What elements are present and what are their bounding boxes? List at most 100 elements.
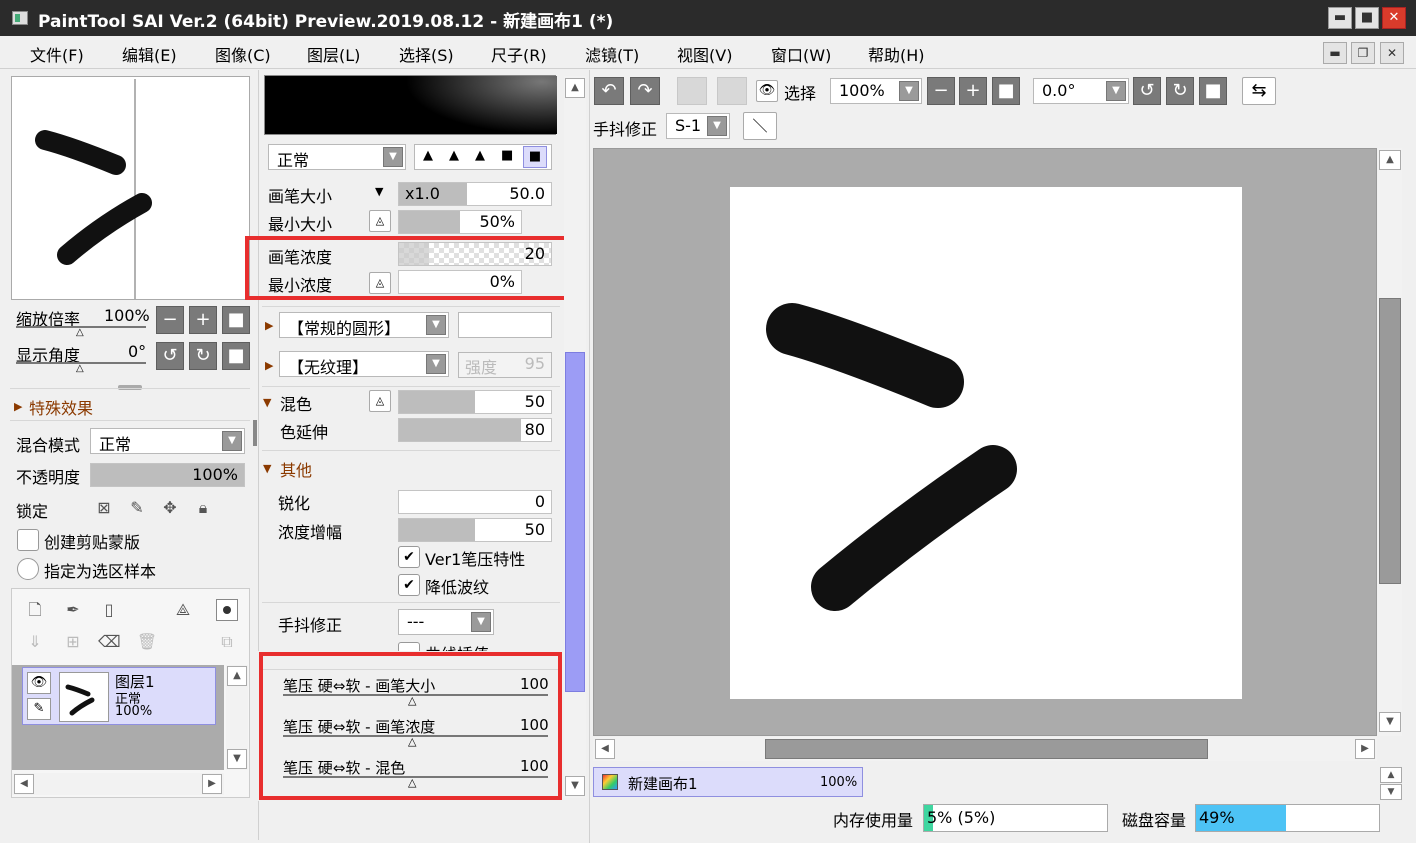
effects-header[interactable]: 特殊效果 [29, 395, 93, 419]
rotate-ccw-button[interactable]: ↺ [156, 342, 184, 370]
lock-all-icon[interactable]: 🔒︎ [192, 497, 214, 519]
clip-mask-checkbox[interactable] [17, 529, 39, 551]
transfer-down-icon[interactable]: ⊞ [62, 631, 84, 653]
other-header[interactable]: 其他 [280, 457, 312, 481]
tab-scroll-up-button[interactable]: ▲ [1380, 767, 1402, 783]
clear-layer-icon[interactable]: ⌫ [98, 631, 121, 653]
expand-triangle-icon[interactable]: ▶ [265, 359, 273, 372]
menu-image[interactable]: 图像(C) [215, 42, 271, 66]
scroll-up-button[interactable]: ▲ [565, 78, 585, 98]
tip-shape-1-icon[interactable]: ▲ [423, 148, 433, 163]
brush-shape-select[interactable]: 【常规的圆形】 ▼ [279, 312, 449, 338]
scroll-thumb[interactable] [765, 739, 1208, 759]
undo-button[interactable]: ↶ [594, 77, 624, 105]
redo-button[interactable]: ↷ [630, 77, 660, 105]
tab-scroll-down-button[interactable]: ▼ [1380, 784, 1402, 800]
sharpen-slider[interactable]: 0 [398, 490, 552, 514]
menu-filter[interactable]: 滤镜(T) [585, 42, 639, 66]
dilution-slider[interactable]: 80 [398, 418, 552, 442]
texture-select[interactable]: 【无纹理】 ▼ [279, 351, 449, 377]
mask-icon[interactable] [216, 599, 238, 621]
scroll-right-button[interactable]: ▶ [1355, 739, 1375, 759]
eye-icon[interactable]: 👁︎ [27, 672, 51, 694]
layer-hscrollbar[interactable]: ◀ ▶ [12, 773, 224, 795]
layer-mask-icon[interactable]: ⟁ [172, 599, 194, 621]
close-button[interactable]: ✕ [1382, 7, 1406, 29]
lock-paint-icon[interactable]: ✎ [126, 497, 148, 519]
canvas-tab[interactable]: 新建画布1 100% [593, 767, 863, 797]
flip-horizontal-button[interactable]: ⇆ [1242, 77, 1276, 105]
blend-mode-select[interactable]: 正常 ▼ [90, 428, 245, 454]
scroll-left-button[interactable]: ◀ [595, 739, 615, 759]
collapse-triangle-icon[interactable]: ▼ [263, 396, 271, 409]
pressure-icon[interactable]: ◬ [369, 390, 391, 412]
menu-layer[interactable]: 图层(L) [307, 42, 360, 66]
scroll-down-button[interactable]: ▼ [565, 776, 585, 796]
canvas-rotate-cw-button[interactable]: ↻ [1166, 77, 1194, 105]
stabilizer-select[interactable]: S-1 ▼ [666, 113, 730, 139]
canvas-hscrollbar[interactable]: ◀ ▶ [593, 737, 1377, 761]
reduce-ripple-checkbox[interactable]: ✔ [398, 574, 420, 596]
navigator-preview[interactable] [11, 76, 250, 300]
tool-scrollbar[interactable]: ▲ ▼ [564, 76, 586, 798]
collapse-triangle-icon[interactable]: ▼ [263, 462, 271, 475]
menu-help[interactable]: 帮助(H) [868, 42, 925, 66]
zoom-value[interactable]: 100% [104, 306, 150, 325]
canvas-zoom-out-button[interactable]: − [927, 77, 955, 105]
pencil-icon[interactable]: ✎ [27, 698, 51, 720]
menu-edit[interactable]: 编辑(E) [122, 42, 177, 66]
tip-shape-4-icon[interactable]: ■ [501, 148, 513, 163]
layer-scrollbar[interactable]: ▲ ▼ [226, 665, 248, 770]
duplicate-icon[interactable]: ⧉ [216, 631, 238, 653]
canvas-rotate-ccw-button[interactable]: ↺ [1133, 77, 1161, 105]
doc-close-button[interactable]: ✕ [1380, 42, 1404, 64]
layer-row[interactable]: 👁︎ ✎ 图层1 正常 100% [22, 667, 216, 725]
density-gain-slider[interactable]: 50 [398, 518, 552, 542]
tip-shape-3-icon[interactable]: ▲ [475, 148, 485, 163]
scroll-up-button[interactable]: ▲ [227, 666, 247, 686]
scroll-right-button[interactable]: ▶ [202, 774, 222, 794]
scroll-thumb[interactable] [565, 352, 585, 692]
select-sample-checkbox[interactable] [17, 558, 39, 580]
invert-select-button[interactable] [717, 77, 747, 105]
tip-shape-2-icon[interactable]: ▲ [449, 148, 459, 163]
trash-icon[interactable]: 🗑︎ [136, 631, 158, 653]
brush-shape-strength[interactable] [458, 312, 552, 338]
minimize-button[interactable]: ▬ [1328, 7, 1352, 29]
canvas-vscrollbar[interactable]: ▲ ▼ [1378, 148, 1402, 736]
angle-value[interactable]: 0° [128, 342, 146, 361]
canvas-zoom-reset-button[interactable]: ■ [992, 77, 1020, 105]
menu-view[interactable]: 视图(V) [677, 42, 732, 66]
opacity-slider[interactable]: 100% [90, 463, 245, 487]
zoom-out-button[interactable]: − [156, 306, 184, 334]
zoom-slider-thumb[interactable]: △ [76, 327, 84, 338]
pressure-icon[interactable]: ◬ [369, 210, 391, 232]
scroll-down-button[interactable]: ▼ [1379, 712, 1401, 732]
zoom-reset-button[interactable]: ■ [222, 306, 250, 334]
rotate-cw-button[interactable]: ↻ [189, 342, 217, 370]
angle-select[interactable]: 0.0° ▼ [1033, 78, 1129, 104]
left-panel-grip[interactable] [253, 420, 257, 446]
scroll-up-button[interactable]: ▲ [1379, 150, 1401, 170]
min-size-slider[interactable]: 50% [398, 210, 522, 234]
new-layer-icon[interactable]: 🗋︎ [24, 599, 46, 621]
brush-size-slider[interactable]: x1.0 50.0 [398, 182, 552, 206]
doc-restore-button[interactable]: ❐ [1351, 42, 1375, 64]
new-folder-icon[interactable]: ▯ [98, 599, 120, 621]
eye-icon[interactable]: 👁︎ [756, 80, 778, 102]
texture-strength[interactable]: 强度 95 [458, 352, 552, 378]
scroll-left-button[interactable]: ◀ [14, 774, 34, 794]
blend-slider[interactable]: 50 [398, 390, 552, 414]
lock-transparency-icon[interactable]: ⊠ [93, 497, 115, 519]
expand-triangle-icon[interactable]: ▶ [14, 400, 22, 413]
scroll-thumb[interactable] [1379, 298, 1401, 584]
menu-select[interactable]: 选择(S) [399, 42, 454, 66]
rotate-reset-button[interactable]: ■ [222, 342, 250, 370]
tip-shape-5-icon[interactable]: ■ [523, 146, 547, 168]
zoom-in-button[interactable]: + [189, 306, 217, 334]
canvas-viewport[interactable] [593, 148, 1377, 736]
expand-triangle-icon[interactable]: ▶ [265, 319, 273, 332]
maximize-button[interactable]: ■ [1355, 7, 1379, 29]
brush-mode-select[interactable]: 正常 ▼ [268, 144, 406, 170]
size-dropdown-icon[interactable]: ▼ [375, 185, 383, 198]
